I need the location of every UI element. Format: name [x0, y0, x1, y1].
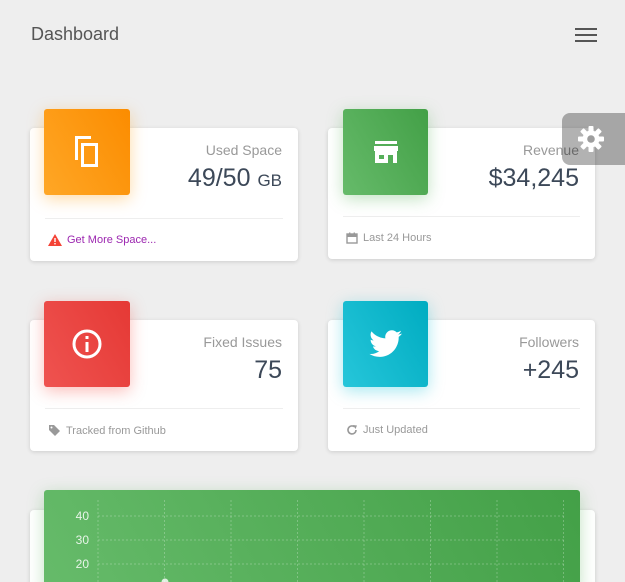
warning-icon [48, 234, 62, 246]
y-tick-label: 30 [76, 533, 90, 547]
y-tick-label: 40 [76, 509, 90, 523]
line-chart: 40 30 20 [76, 500, 564, 582]
y-tick-label: 20 [76, 557, 90, 571]
stat-value-number: 49/50 [187, 164, 251, 192]
stat-footer: Just Updated [346, 424, 428, 436]
navbar: Dashboard [0, 0, 625, 70]
divider [343, 408, 580, 409]
stat-footer: Get More Space... [48, 234, 156, 246]
info-icon [72, 329, 102, 359]
hamburger-line [575, 34, 597, 36]
stat-footer-text: Last 24 Hours [363, 232, 432, 244]
data-point [161, 578, 169, 582]
refresh-icon [347, 425, 357, 435]
store-icon [373, 141, 398, 163]
stat-footer: Tracked from Github [48, 424, 166, 437]
stat-footer-text: Tracked from Github [66, 424, 166, 437]
page-title[interactable]: Dashboard [31, 24, 119, 45]
gear-icon [578, 126, 604, 152]
divider [45, 408, 283, 409]
stat-footer: Last 24 Hours [346, 232, 431, 244]
stat-value: +245 [522, 356, 579, 384]
stat-value-unit: GB [257, 171, 282, 190]
copy-icon [75, 136, 98, 167]
stat-category: Followers [519, 334, 579, 350]
settings-button[interactable] [562, 113, 625, 165]
hamburger-line [575, 28, 597, 30]
card-icon-box [343, 109, 428, 195]
chart-header: 40 30 20 [44, 490, 580, 582]
divider [45, 218, 283, 219]
stat-category: Used Space [205, 142, 282, 158]
stat-value: 49/50 GB [188, 164, 282, 193]
tag-icon [49, 425, 60, 436]
get-more-space-link[interactable]: Get More Space... [67, 234, 156, 246]
calendar-icon [346, 232, 358, 244]
stat-value: 75 [254, 356, 282, 384]
twitter-icon [368, 330, 402, 357]
stat-value: $34,245 [488, 164, 579, 192]
card-icon-box [44, 109, 130, 195]
stat-footer-text: Just Updated [363, 424, 428, 436]
card-icon-box [343, 301, 428, 387]
card-icon-box [44, 301, 130, 387]
hamburger-line [575, 40, 597, 42]
hamburger-icon[interactable] [572, 24, 600, 46]
divider [343, 216, 580, 217]
stat-category: Fixed Issues [203, 334, 282, 350]
